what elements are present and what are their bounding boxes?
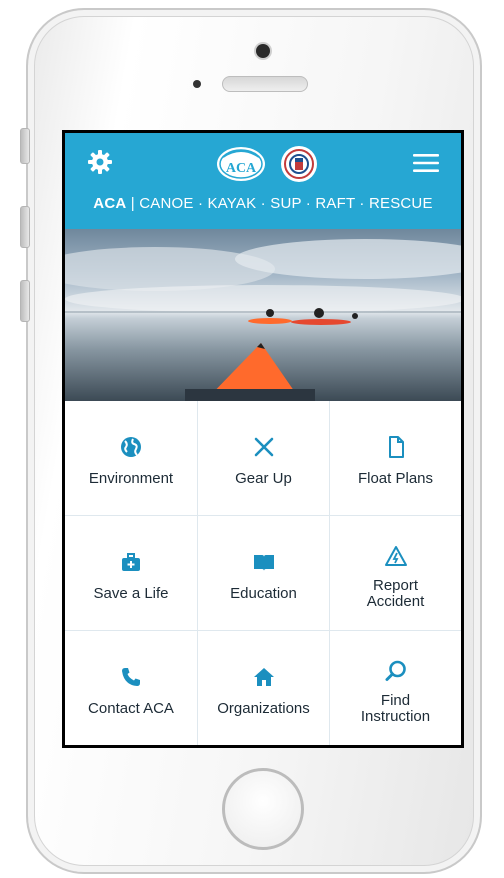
tile-label: Save a Life	[93, 585, 169, 602]
phone-screen: ACA ACA | CANOE · KAYAK · SUP · RAFT · R…	[62, 130, 464, 748]
front-camera	[256, 44, 270, 58]
tagline-sports: | CANOE · KAYAK · SUP · RAFT · RESCUE	[126, 195, 433, 212]
warning-icon	[384, 546, 407, 566]
hero-kayak-photo	[65, 229, 461, 401]
tile-gear-up[interactable]: Gear Up	[198, 401, 330, 516]
tile-label: Organizations	[217, 700, 310, 717]
open-book-icon	[253, 555, 274, 571]
tile-label-line-1: Find	[380, 692, 411, 709]
proximity-sensor	[193, 80, 201, 88]
tile-report-accident[interactable]: Report Accident	[330, 516, 461, 631]
silent-switch	[20, 128, 30, 164]
app-header: ACA ACA | CANOE · KAYAK · SUP · RAFT · R…	[65, 133, 461, 229]
volume-down-button	[20, 280, 30, 322]
tile-label: Contact ACA	[88, 700, 174, 717]
tile-label: Education	[230, 585, 297, 602]
tile-save-a-life[interactable]: Save a Life	[65, 516, 198, 631]
tile-environment[interactable]: Environment	[65, 401, 198, 516]
search-icon	[385, 660, 406, 681]
crossed-tools-icon	[254, 437, 273, 457]
earpiece-speaker	[222, 76, 308, 92]
tile-label-line-2: Accident	[366, 593, 425, 610]
tagline-brand: ACA	[93, 195, 127, 212]
header-tagline: ACA | CANOE · KAYAK · SUP · RAFT · RESCU…	[65, 195, 461, 212]
tile-education[interactable]: Education	[198, 516, 330, 631]
tile-contact-aca[interactable]: Contact ACA	[65, 631, 198, 745]
tile-organizations[interactable]: Organizations	[198, 631, 330, 745]
globe-icon	[121, 437, 141, 457]
tile-label: Gear Up	[235, 470, 292, 487]
tile-float-plans[interactable]: Float Plans	[330, 401, 461, 516]
tile-label: Environment	[88, 470, 174, 487]
hamburger-menu-icon[interactable]	[413, 153, 439, 173]
aca-logo-text: ACA	[226, 161, 257, 176]
phone-icon	[122, 668, 140, 686]
coast-guard-seal	[281, 146, 317, 182]
tile-find-instruction[interactable]: Find Instruction	[330, 631, 461, 745]
aca-uscg-logos: ACA	[217, 146, 317, 182]
document-icon	[388, 436, 404, 458]
home-button[interactable]	[222, 768, 304, 850]
tile-label-line-2: Instruction	[360, 708, 431, 725]
gear-icon[interactable]	[87, 149, 113, 175]
home-icon	[253, 668, 274, 686]
tile-label: Float Plans	[357, 470, 434, 487]
tile-label-line-1: Report	[372, 577, 419, 594]
feature-grid: Environment Gear Up Float Plans Save a L…	[65, 401, 461, 745]
aca-logo: ACA	[217, 147, 265, 181]
volume-up-button	[20, 206, 30, 248]
first-aid-kit-icon	[122, 553, 140, 571]
aca-app: ACA ACA | CANOE · KAYAK · SUP · RAFT · R…	[65, 133, 461, 745]
